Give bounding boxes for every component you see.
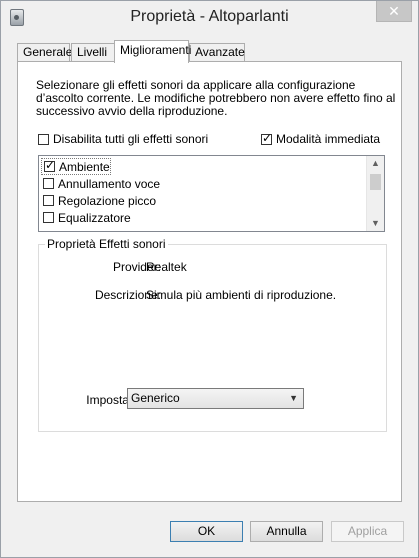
- effects-list[interactable]: Ambiente Annullamento voce Regolazione p…: [38, 155, 385, 232]
- enhancements-panel: Selezionare gli effetti sonori da applic…: [17, 61, 402, 502]
- chevron-down-icon: ▼: [289, 393, 298, 403]
- description-value: Simula più ambienti di riproduzione.: [146, 288, 337, 302]
- provider-value: Realtek: [146, 260, 187, 274]
- chevron-up-icon[interactable]: ▲: [367, 156, 384, 171]
- provider-label: Provider:: [112, 260, 161, 274]
- list-item[interactable]: Annullamento voce: [43, 175, 160, 192]
- setting-select[interactable]: Generico ▼: [127, 388, 304, 409]
- properties-window: Proprietà - Altoparlanti ✕ Generale Live…: [0, 0, 419, 558]
- effect-checkbox[interactable]: [43, 195, 54, 206]
- effect-checkbox[interactable]: [44, 158, 55, 172]
- scrollbar-thumb[interactable]: [370, 174, 381, 190]
- effect-label: Annullamento voce: [58, 176, 161, 191]
- ok-button[interactable]: OK: [170, 521, 243, 542]
- effect-label: Equalizzatore: [58, 210, 131, 225]
- disable-all-checkbox[interactable]: Disabilita tutti gli effetti sonori: [38, 132, 208, 146]
- tab-livelli[interactable]: Livelli: [71, 43, 115, 61]
- list-scrollbar[interactable]: ▲ ▼: [366, 156, 384, 231]
- instructions-text: Selezionare gli effetti sonori da applic…: [36, 78, 396, 118]
- effect-label: Ambiente: [59, 159, 110, 174]
- close-button[interactable]: ✕: [376, 1, 412, 22]
- effect-checkbox[interactable]: [43, 212, 54, 223]
- setting-select-value: Generico: [131, 391, 180, 405]
- list-item[interactable]: Regolazione picco: [43, 192, 156, 209]
- group-title: Proprietà Effetti sonori: [45, 237, 168, 251]
- apply-button[interactable]: Applica: [331, 521, 404, 542]
- effect-checkbox[interactable]: [43, 178, 54, 189]
- tab-miglioramenti[interactable]: Miglioramenti: [114, 40, 191, 63]
- checkbox-box[interactable]: [38, 133, 49, 145]
- tab-generale[interactable]: Generale: [17, 43, 72, 61]
- immediate-mode-checkbox[interactable]: Modalità immediata: [261, 131, 381, 146]
- window-title: Proprietà - Altoparlanti: [130, 8, 289, 25]
- title-bar: Proprietà - Altoparlanti ✕: [1, 1, 418, 33]
- description-label: Descrizione:: [94, 288, 161, 302]
- tab-avanzate[interactable]: Avanzate: [189, 43, 245, 61]
- checkbox-box-checked[interactable]: [261, 131, 272, 145]
- list-item[interactable]: Equalizzatore: [43, 209, 131, 226]
- list-item[interactable]: Ambiente: [41, 158, 111, 175]
- disable-all-label: Disabilita tutti gli effetti sonori: [53, 132, 209, 146]
- effect-label: Regolazione picco: [58, 193, 157, 208]
- chevron-down-icon[interactable]: ▼: [367, 216, 384, 231]
- immediate-mode-label: Modalità immediata: [276, 132, 381, 146]
- cancel-button[interactable]: Annulla: [250, 521, 323, 542]
